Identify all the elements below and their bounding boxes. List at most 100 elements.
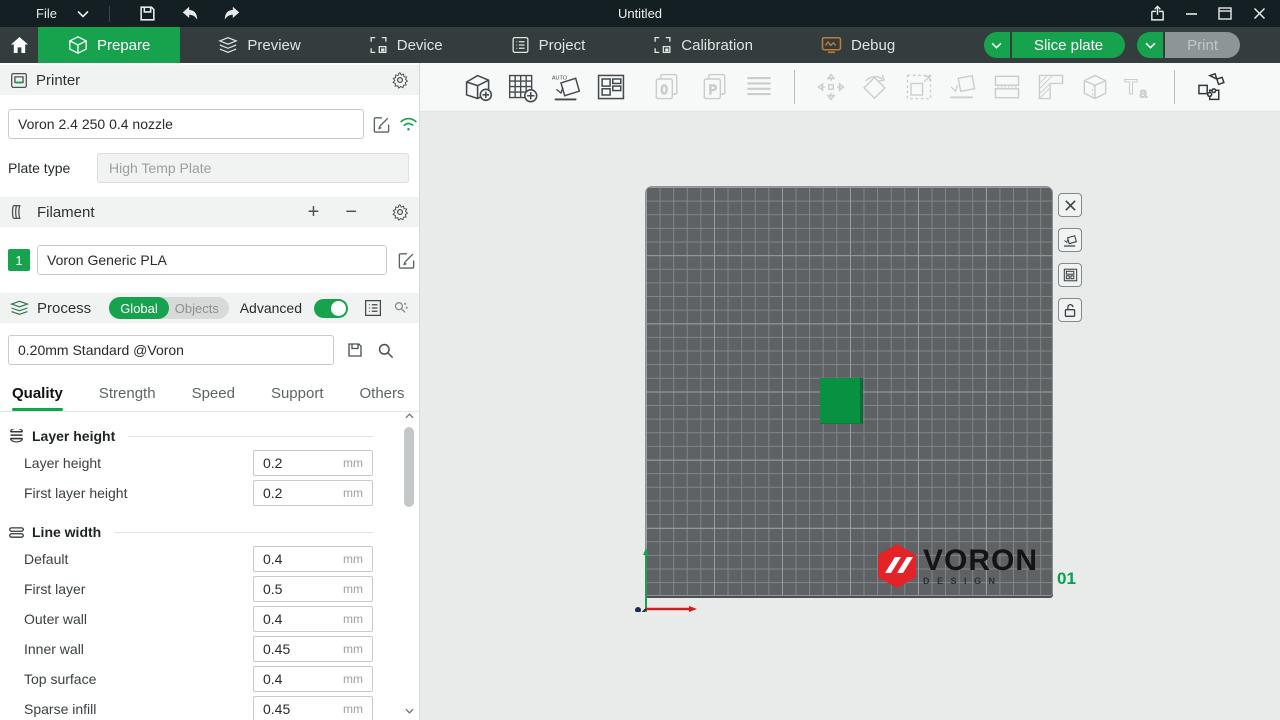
print-options-chevron-down-icon[interactable]: [1137, 32, 1163, 58]
layers-stack-icon: [742, 71, 775, 104]
tab-prepare[interactable]: Prepare: [38, 27, 180, 63]
file-menu-chevron-down-icon[interactable]: [77, 10, 89, 18]
plate-type-select[interactable]: High Temp Plate: [97, 153, 409, 183]
redo-icon[interactable]: [219, 4, 245, 24]
printer-section-header: Printer: [0, 65, 419, 95]
layer-height-input[interactable]: 0.2mm: [253, 450, 373, 476]
titlebar: File Untitled: [0, 0, 1280, 27]
filament-preset-select[interactable]: Voron Generic PLA: [37, 245, 387, 275]
split-icon: [990, 71, 1023, 104]
print-button[interactable]: Print: [1165, 32, 1240, 58]
filament-settings-gear-icon[interactable]: [391, 203, 409, 221]
calibration-icon: [653, 36, 672, 54]
edit-filament-icon[interactable]: [397, 251, 416, 270]
hamburger-menu-icon[interactable]: [8, 6, 28, 22]
plate-button-column: [1058, 193, 1082, 322]
parameter-list-icon[interactable]: [364, 299, 382, 317]
line-width-group-header: Line width: [8, 520, 373, 544]
edit-printer-icon[interactable]: [372, 115, 391, 134]
search-settings-icon[interactable]: [392, 300, 409, 317]
arrange-plate-button[interactable]: [1058, 263, 1082, 287]
tab-strength[interactable]: Strength: [99, 379, 156, 411]
tab-others[interactable]: Others: [360, 379, 405, 411]
printer-icon: [10, 72, 28, 89]
viewport-3d[interactable]: AUTO 0 P: [420, 63, 1280, 720]
tab-preview[interactable]: Preview: [188, 27, 330, 63]
inner-wall-line-width-input[interactable]: 0.45mm: [253, 636, 373, 662]
process-preset-select[interactable]: 0.20mm Standard @Voron: [8, 335, 334, 365]
scope-objects[interactable]: Objects: [169, 301, 229, 316]
save-preset-icon[interactable]: [346, 341, 364, 359]
svg-text:a: a: [1139, 84, 1147, 100]
process-scope-toggle[interactable]: Global Objects: [109, 297, 229, 319]
add-object-icon[interactable]: [462, 71, 495, 104]
default-line-width-input[interactable]: 0.4mm: [253, 546, 373, 572]
printer-settings-gear-icon[interactable]: [391, 71, 409, 89]
sparse-infill-line-width-input[interactable]: 0.45mm: [253, 696, 373, 720]
model-cube[interactable]: [820, 378, 863, 424]
add-plate-icon[interactable]: [506, 71, 539, 104]
device-icon: [369, 36, 388, 54]
outer-wall-line-width-input[interactable]: 0.4mm: [253, 606, 373, 632]
file-menu[interactable]: File: [36, 6, 57, 21]
close-button[interactable]: [1244, 3, 1274, 25]
add-filament-button[interactable]: +: [308, 202, 320, 222]
first-layer-height-input[interactable]: 0.2mm: [253, 480, 373, 506]
slice-plate-button[interactable]: Slice plate: [1012, 32, 1125, 58]
prepare-box-icon: [68, 36, 88, 54]
arrange-icon[interactable]: [594, 71, 627, 104]
orient-plate-button[interactable]: [1058, 228, 1082, 252]
rotate-icon: [858, 71, 891, 104]
setting-row: Outer wall 0.4mm: [8, 604, 373, 634]
printer-section-title: Printer: [36, 72, 80, 89]
printer-wifi-icon[interactable]: [399, 117, 418, 132]
assembly-icon[interactable]: [1194, 71, 1227, 104]
advanced-toggle[interactable]: [314, 299, 348, 318]
svg-text:AUTO: AUTO: [552, 75, 568, 81]
text-tool-icon: Ta: [1122, 71, 1155, 104]
scope-global[interactable]: Global: [109, 297, 169, 319]
svg-text:T: T: [1125, 76, 1138, 99]
tab-debug[interactable]: Debug: [791, 27, 925, 63]
scroll-down-icon[interactable]: [402, 704, 416, 718]
tab-quality[interactable]: Quality: [12, 379, 63, 411]
export-icon[interactable]: [1142, 3, 1172, 25]
tab-project[interactable]: Project: [481, 27, 616, 63]
toolbar-separator: [794, 70, 795, 104]
printer-preset-select[interactable]: Voron 2.4 250 0.4 nozzle: [8, 109, 364, 139]
redo-plate-icon: P: [698, 71, 731, 104]
maximize-button[interactable]: [1210, 3, 1240, 25]
home-button[interactable]: [0, 27, 38, 63]
top-surface-line-width-input[interactable]: 0.4mm: [253, 666, 373, 692]
save-icon[interactable]: [135, 4, 161, 24]
advanced-label: Advanced: [240, 300, 302, 316]
filament-index-badge[interactable]: 1: [8, 249, 30, 271]
plate-type-label: Plate type: [8, 160, 97, 176]
tab-support[interactable]: Support: [271, 379, 324, 411]
svg-text:P: P: [708, 83, 716, 97]
minimize-button[interactable]: [1176, 3, 1206, 25]
scroll-up-icon[interactable]: [402, 409, 416, 423]
first-layer-line-width-input[interactable]: 0.5mm: [253, 576, 373, 602]
voron-logo: VORON DESIGN: [875, 543, 1038, 589]
lock-plate-button[interactable]: [1058, 298, 1082, 322]
remove-filament-button[interactable]: −: [345, 202, 357, 222]
setting-row: First layer height 0.2mm: [8, 478, 373, 508]
build-plate[interactable]: VORON DESIGN: [645, 186, 1053, 596]
delete-plate-button[interactable]: [1058, 193, 1082, 217]
scrollbar-thumb[interactable]: [404, 427, 414, 507]
search-preset-icon[interactable]: [376, 341, 395, 360]
slice-options-chevron-down-icon[interactable]: [984, 32, 1010, 58]
tab-speed[interactable]: Speed: [192, 379, 235, 411]
tab-device[interactable]: Device: [339, 27, 473, 63]
setting-row: Inner wall 0.45mm: [8, 634, 373, 664]
setting-row: First layer 0.5mm: [8, 574, 373, 604]
tab-calibration[interactable]: Calibration: [623, 27, 783, 63]
titlebar-divider: [109, 6, 110, 22]
auto-orient-icon[interactable]: AUTO: [550, 71, 583, 104]
undo-icon[interactable]: [177, 4, 203, 24]
setting-row: Layer height 0.2mm: [8, 448, 373, 478]
layer-height-icon: [8, 429, 25, 443]
settings-scrollbar[interactable]: [402, 407, 416, 720]
sidebar: Printer Voron 2.4 250 0.4 nozzle Plate t…: [0, 63, 420, 720]
